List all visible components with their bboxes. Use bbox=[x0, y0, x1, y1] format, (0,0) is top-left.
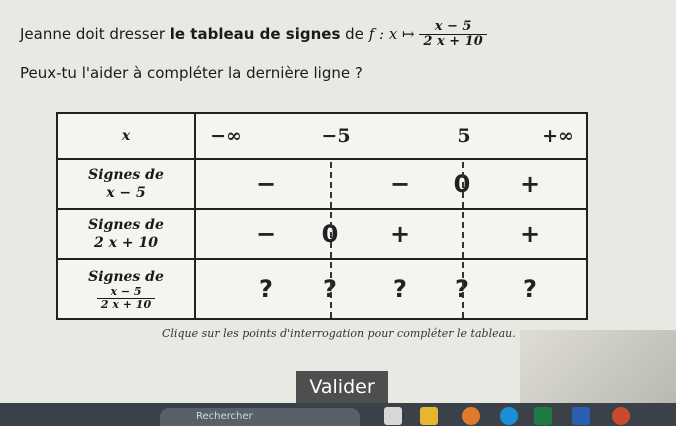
row1-sign-3: + bbox=[519, 170, 541, 198]
fraction-numerator: x − 5 bbox=[434, 19, 472, 34]
powerpoint-icon[interactable] bbox=[612, 407, 630, 425]
x-value-minus-5: −5 bbox=[321, 125, 351, 147]
folder-icon[interactable] bbox=[420, 407, 438, 425]
row3-label-1: Signes de bbox=[88, 268, 164, 285]
row2-label: Signes de 2 x + 10 bbox=[58, 210, 196, 258]
row1-sign-2: − bbox=[389, 170, 411, 198]
question-bold: le tableau de signes bbox=[169, 25, 341, 43]
row3-fraction: x − 5 2 x + 10 bbox=[96, 284, 156, 311]
question-intro: Jeanne doit dresser bbox=[20, 25, 170, 43]
taskbar-search[interactable]: Rechercher bbox=[160, 408, 360, 426]
row3-label: Signes de x − 5 2 x + 10 bbox=[58, 260, 196, 318]
dashed-line-minus-5 bbox=[330, 162, 332, 318]
row2-sign-1: − bbox=[255, 220, 277, 248]
function-name: f : x ↦ bbox=[368, 25, 415, 43]
fraction-denominator: 2 x + 10 bbox=[419, 34, 487, 49]
sign-table: x −∞ −5 5 +∞ Signes de x − 5 − − 0 + Sig… bbox=[56, 112, 588, 320]
app-icon-1[interactable] bbox=[384, 407, 402, 425]
row1-label: Signes de x − 5 bbox=[58, 160, 196, 208]
row3-fraction-numerator: x − 5 bbox=[110, 284, 142, 298]
dashed-line-5 bbox=[462, 162, 464, 318]
row2-label-1: Signes de bbox=[88, 217, 164, 233]
word-icon[interactable] bbox=[572, 407, 590, 425]
row1-label-2: x − 5 bbox=[106, 185, 146, 201]
header-x-label: x bbox=[58, 114, 196, 158]
excel-icon[interactable] bbox=[534, 407, 552, 425]
x-value-minus-infinity: −∞ bbox=[210, 125, 242, 147]
function-fraction: x − 5 2 x + 10 bbox=[419, 19, 487, 49]
row1-label-1: Signes de bbox=[88, 167, 164, 183]
question-mark-cell-3[interactable]: ? bbox=[380, 260, 420, 318]
firefox-icon[interactable] bbox=[462, 407, 480, 425]
row-signs-2x-plus-10: Signes de 2 x + 10 − 0 + + bbox=[58, 210, 586, 260]
row2-sign-2: + bbox=[389, 220, 411, 248]
edge-icon[interactable] bbox=[500, 407, 518, 425]
taskbar-search-text: Rechercher bbox=[196, 411, 253, 422]
background-decoration bbox=[520, 330, 676, 403]
row-signs-x-minus-5: Signes de x − 5 − − 0 + bbox=[58, 160, 586, 210]
table-header-row: x −∞ −5 5 +∞ bbox=[58, 114, 586, 160]
row2-label-2: 2 x + 10 bbox=[94, 235, 158, 251]
row3-fraction-denominator: 2 x + 10 bbox=[96, 297, 156, 311]
x-value-5: 5 bbox=[457, 125, 471, 147]
taskbar: Rechercher bbox=[0, 403, 676, 426]
question-mid: de bbox=[340, 25, 369, 43]
question-line-1: Jeanne doit dresser le tableau de signes… bbox=[20, 20, 487, 49]
question-line-2: Peux-tu l'aider à compléter la dernière … bbox=[20, 64, 363, 82]
row-signs-quotient: Signes de x − 5 2 x + 10 ? ? ? ? ? bbox=[58, 260, 586, 318]
question-mark-cell-5[interactable]: ? bbox=[510, 260, 550, 318]
question-mark-cell-1[interactable]: ? bbox=[246, 260, 286, 318]
row1-sign-1: − bbox=[255, 170, 277, 198]
x-label: x bbox=[121, 128, 131, 144]
row2-sign-3: + bbox=[519, 220, 541, 248]
instruction-caption: Clique sur les points d'interrogation po… bbox=[162, 327, 516, 340]
x-value-plus-infinity: +∞ bbox=[542, 125, 574, 147]
valider-button[interactable]: Valider bbox=[296, 371, 388, 403]
